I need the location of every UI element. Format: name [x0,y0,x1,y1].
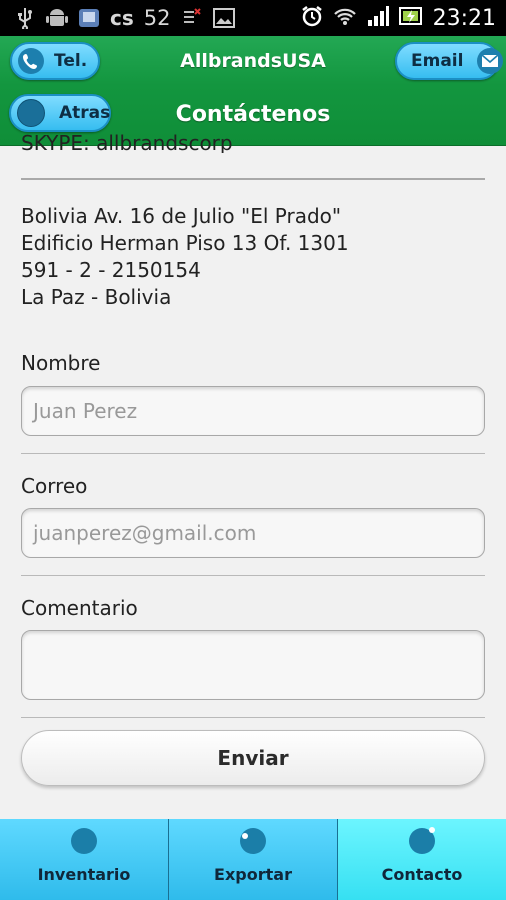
name-placeholder: Juan Perez [33,399,138,423]
image-icon [212,7,235,29]
divider [21,575,485,576]
battery-icon [398,5,423,31]
contact-icon [409,827,435,854]
usb-icon [14,7,36,29]
email-field-label: Correo [21,474,88,498]
divider [21,178,485,180]
system-icons: 23:21 [301,5,506,31]
email-placeholder: juanperez@gmail.com [33,521,257,545]
email-label: Email [411,51,464,71]
email-field[interactable]: juanperez@gmail.com [21,508,485,558]
send-button[interactable]: Enviar [21,730,485,786]
address-line: Bolivia Av. 16 de Julio "El Prado" [21,204,342,228]
comment-textarea[interactable] [21,630,485,700]
phone-number: 591 - 2 - 2150154 [21,258,201,282]
alarm-icon [301,5,323,31]
signal-count: 52 [143,6,171,30]
inventory-icon [71,828,97,854]
divider [21,453,485,454]
comment-label: Comentario [21,596,138,620]
name-label: Nombre [21,351,101,375]
tab-inventario[interactable]: Inventario [0,819,169,900]
bottom-nav: Inventario Exportar Contacto [0,819,506,900]
clock: 23:21 [432,5,496,31]
skype-line: SKYPE: allbrandscorp [21,131,233,153]
tab-contacto[interactable]: Contacto [338,819,506,900]
address-line: Edificio Herman Piso 13 Of. 1301 [21,231,349,255]
tab-label: Inventario [37,865,131,884]
status-bar: cs 52 23:21 [0,0,506,36]
name-input[interactable]: Juan Perez [21,386,485,436]
contact-address: Bolivia Av. 16 de Julio "El Prado" Edifi… [21,203,349,311]
tab-label: Exportar [214,865,292,884]
signal-icon [367,5,389,31]
android-icon [46,7,68,29]
tab-label: Contacto [381,865,463,884]
divider [21,717,485,718]
app-header: Tel. AllbrandsUSA Email Atras Contácteno… [0,36,506,146]
debug-icon [181,7,203,29]
app-icon [78,7,100,29]
page-title: Contáctenos [175,102,331,127]
export-icon [240,828,266,854]
cs-icon: cs [110,6,134,30]
wifi-icon [333,5,357,31]
notification-icons: cs 52 [0,6,235,30]
address-city: La Paz - Bolivia [21,285,172,309]
tab-exportar[interactable]: Exportar [169,819,338,900]
email-button[interactable]: Email [395,42,504,80]
